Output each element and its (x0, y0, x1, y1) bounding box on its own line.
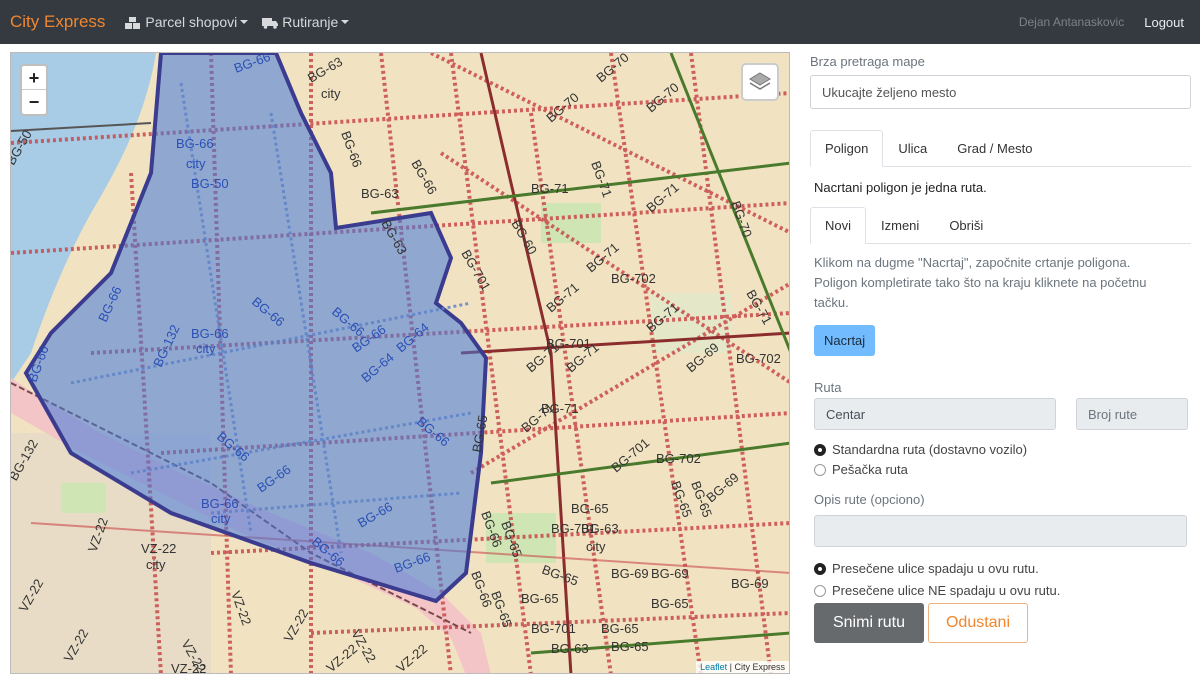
svg-text:BG-65: BG-65 (651, 596, 689, 611)
svg-text:BG-63: BG-63 (551, 641, 589, 656)
svg-text:BG-702: BG-702 (656, 451, 701, 466)
leaflet-link[interactable]: Leaflet (700, 662, 727, 672)
radio-standard-label: Standardna ruta (dostavno vozilo) (832, 442, 1028, 457)
svg-text:city: city (186, 156, 206, 171)
svg-text:BG-701: BG-701 (531, 621, 576, 636)
svg-text:BG-50: BG-50 (191, 176, 229, 191)
search-input[interactable]: Ukucajte željeno mesto (810, 75, 1191, 109)
route-label: Ruta (814, 380, 842, 395)
user-name: Dejan Antanaskovic (1018, 15, 1125, 29)
svg-text:BG-65: BG-65 (521, 591, 559, 606)
map-canvas[interactable]: BG-66 BG-66 city BG-50 BG-66 BG-132 BG-6… (10, 52, 790, 674)
logout-link[interactable]: Logout (1144, 15, 1184, 30)
route-number-field[interactable]: Broj rute (1076, 398, 1188, 430)
zoom-out-button[interactable]: − (22, 90, 46, 114)
description-field[interactable] (814, 515, 1187, 547)
radio-standard-route[interactable]: Standardna ruta (dostavno vozilo) (814, 442, 1191, 457)
main-tabs: Poligon Ulica Grad / Mesto (810, 130, 1191, 167)
zoom-control: + − (20, 64, 48, 116)
zoom-in-button[interactable]: + (22, 66, 46, 90)
radio-walking-label: Pešačka ruta (832, 462, 908, 477)
draw-button[interactable]: Nacrtaj (814, 325, 876, 356)
route-name-field[interactable]: Centar (814, 398, 1056, 430)
svg-text:BG-69: BG-69 (651, 566, 689, 581)
attribution-text: | City Express (727, 662, 785, 672)
chevron-down-icon (341, 20, 350, 24)
tab-novi[interactable]: Novi (810, 207, 867, 244)
search-label: Brza pretraga mape (810, 54, 925, 69)
svg-text:BG-702: BG-702 (736, 351, 781, 366)
radio-indicator (814, 584, 826, 597)
menu-parcel-shopovi[interactable]: Parcel shopovi (125, 14, 249, 30)
svg-text:BG-69: BG-69 (731, 576, 769, 591)
boxes-icon (125, 16, 141, 29)
radio-indicator (814, 443, 826, 456)
svg-text:BG-66: BG-66 (176, 136, 214, 151)
svg-text:BG-71: BG-71 (531, 181, 569, 196)
sub-tabs: Novi Izmeni Obriši (810, 207, 1191, 244)
svg-text:city: city (146, 557, 166, 572)
help-text: Klikom na dugme "Nacrtaj", započnite crt… (814, 255, 1147, 310)
svg-text:BG-702: BG-702 (611, 271, 656, 286)
svg-text:BG-71: BG-71 (541, 401, 579, 416)
route-panel: Brza pretraga mape Ukucajte željeno mest… (810, 52, 1191, 598)
map-tiles: BG-66 BG-66 city BG-50 BG-66 BG-132 BG-6… (11, 53, 789, 674)
svg-text:VZ-22: VZ-22 (171, 661, 206, 674)
radio-streets-excluded[interactable]: Presečene ulice NE spadaju u ovu rutu. (814, 583, 1191, 598)
svg-text:BG-63: BG-63 (581, 521, 619, 536)
truck-icon (262, 16, 279, 29)
svg-text:BG-69: BG-69 (611, 566, 649, 581)
brand-logo[interactable]: City Express (10, 12, 105, 32)
svg-text:BG-63: BG-63 (361, 186, 399, 201)
radio-streets-excluded-label: Presečene ulice NE spadaju u ovu rutu. (832, 583, 1061, 598)
map-attribution: Leaflet | City Express (696, 661, 789, 673)
svg-text:BG-66: BG-66 (201, 496, 239, 511)
svg-text:city: city (321, 86, 341, 101)
tab-ulica[interactable]: Ulica (883, 130, 942, 167)
chevron-down-icon (240, 20, 249, 24)
radio-indicator (814, 562, 826, 575)
svg-text:city: city (196, 341, 216, 356)
svg-text:BG-66: BG-66 (191, 326, 229, 341)
svg-text:BG-65: BG-65 (611, 639, 649, 654)
svg-text:VZ-22: VZ-22 (141, 541, 176, 556)
svg-text:city: city (211, 511, 231, 526)
radio-indicator (814, 463, 826, 476)
radio-walking-route[interactable]: Pešačka ruta (814, 462, 1191, 477)
svg-text:BG-65: BG-65 (601, 621, 639, 636)
tab-obrisi[interactable]: Obriši (934, 207, 998, 244)
radio-streets-included[interactable]: Presečene ulice spadaju u ovu rutu. (814, 561, 1191, 576)
description-label: Opis rute (opciono) (814, 492, 925, 507)
save-route-button[interactable]: Snimi rutu (814, 603, 924, 643)
menu-rutiranje-label: Rutiranje (282, 14, 339, 30)
layers-icon (749, 72, 771, 90)
svg-text:BG-701: BG-701 (546, 336, 591, 351)
svg-text:BG-65: BG-65 (571, 501, 609, 516)
tab-izmeni[interactable]: Izmeni (866, 207, 934, 244)
menu-rutiranje[interactable]: Rutiranje (262, 14, 350, 30)
tab-grad-mesto[interactable]: Grad / Mesto (942, 130, 1047, 167)
svg-text:city: city (586, 539, 606, 554)
polygon-info: Nacrtani poligon je jedna ruta. (814, 180, 987, 195)
menu-parcel-shopovi-label: Parcel shopovi (145, 14, 238, 30)
layers-button[interactable] (741, 63, 779, 101)
user-area: Dejan Antanaskovic Logout (1019, 15, 1184, 30)
radio-streets-included-label: Presečene ulice spadaju u ovu rutu. (832, 561, 1039, 576)
top-navbar: City Express Parcel shopovi Rutiranje De… (0, 0, 1200, 44)
cancel-button[interactable]: Odustani (928, 603, 1028, 643)
tab-poligon[interactable]: Poligon (810, 130, 884, 167)
